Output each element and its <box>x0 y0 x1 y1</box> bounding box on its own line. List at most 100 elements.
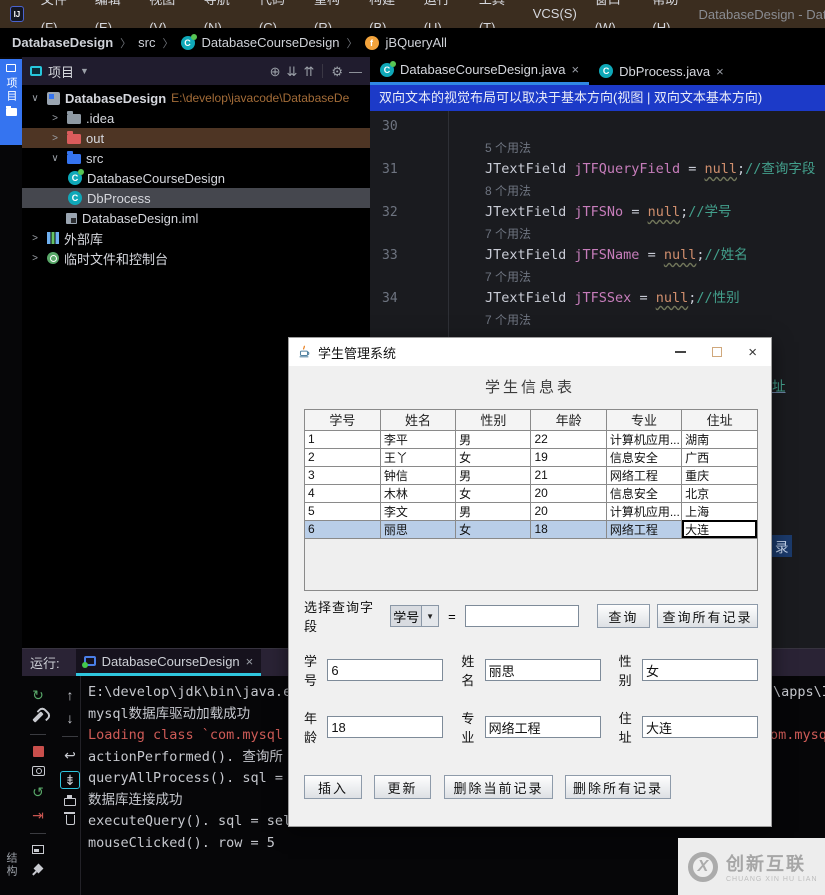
clear-console-icon[interactable] <box>66 815 75 825</box>
chevron-expanded-icon[interactable]: ∨ <box>28 93 42 104</box>
close-icon[interactable]: × <box>246 654 254 669</box>
inlay-hint: 5 个用法 <box>370 138 825 160</box>
pin-icon[interactable] <box>33 864 43 874</box>
tree-item-databasecoursedesign[interactable]: DatabaseCourseDesign <box>22 168 370 188</box>
update-app-icon[interactable]: ↺ <box>32 785 44 799</box>
query-button[interactable]: 查询 <box>597 604 650 628</box>
tree-item-src[interactable]: ∨ src <box>22 148 370 168</box>
update-button[interactable]: 更新 <box>374 775 431 799</box>
table-row[interactable]: 2王丫女19信息安全广西 <box>305 448 757 466</box>
menu-vcs[interactable]: VCS(S) <box>524 0 586 28</box>
sno-input[interactable] <box>327 659 443 681</box>
tree-item-out[interactable]: > out <box>22 128 370 148</box>
dialog-title: 学生管理系统 <box>318 343 396 362</box>
code-line: 34 JTextField jTFSSex = null;//性别 <box>370 288 825 310</box>
down-stack-icon[interactable]: ↓ <box>67 711 74 725</box>
tree-item-idea[interactable]: > .idea <box>22 108 370 128</box>
sex-input[interactable] <box>642 659 758 681</box>
tree-item-project-root[interactable]: ∨ DatabaseDesign E:\develop\javacode\Dat… <box>22 88 370 108</box>
name-input[interactable] <box>485 659 601 681</box>
collapse-all-icon[interactable]: ⇈ <box>303 65 314 78</box>
table-row[interactable]: 4木林女20信息安全北京 <box>305 484 757 502</box>
console-fragment: \apps\I <box>773 682 825 704</box>
breadcrumb-project[interactable]: DatabaseDesign <box>12 35 113 50</box>
class-icon <box>380 63 394 77</box>
class-icon <box>599 64 613 78</box>
delete-current-button[interactable]: 删除当前记录 <box>444 775 553 799</box>
up-stack-icon[interactable]: ↑ <box>67 688 74 702</box>
table-row[interactable]: 3钟信男21网络工程重庆 <box>305 466 757 484</box>
column-header[interactable]: 学号 <box>305 410 380 430</box>
chevron-expanded-icon[interactable]: ∨ <box>48 153 62 164</box>
expand-all-icon[interactable]: ⇊ <box>287 65 298 78</box>
console-line: mouseClicked(). row = 5 <box>88 833 291 855</box>
table-row[interactable]: 1李平男22计算机应用...湖南 <box>305 430 757 448</box>
breadcrumb-class[interactable]: DatabaseCourseDesign <box>202 35 340 50</box>
table-row[interactable]: 5李文男20计算机应用...上海 <box>305 502 757 520</box>
console-line: 数据库连接成功 <box>88 790 291 812</box>
tab-databasecoursedesign-java[interactable]: DatabaseCourseDesign.java × <box>370 57 589 85</box>
student-table: 学号 姓名 性别 年龄 专业 住址 1李平男22计算机应用...湖南 2王丫女1… <box>305 410 757 539</box>
query-value-input[interactable] <box>465 605 579 627</box>
project-tool-tab[interactable]: 项目 <box>0 59 22 145</box>
close-icon[interactable]: × <box>716 64 724 79</box>
field-icon <box>365 36 379 50</box>
breadcrumb-src[interactable]: src <box>138 35 155 50</box>
column-header[interactable]: 年龄 <box>531 410 606 430</box>
chevron-collapsed-icon[interactable]: > <box>48 113 62 124</box>
addr-input[interactable] <box>642 716 758 738</box>
scroll-to-end-icon[interactable]: ⇟ <box>60 771 80 789</box>
divider <box>30 734 46 735</box>
chevron-collapsed-icon[interactable]: > <box>28 253 42 264</box>
print-icon[interactable] <box>64 798 76 806</box>
run-dot-icon <box>191 34 197 40</box>
delete-all-button[interactable]: 删除所有记录 <box>565 775 671 799</box>
major-input[interactable] <box>485 716 601 738</box>
wrench-icon[interactable] <box>32 711 43 722</box>
column-header[interactable]: 住址 <box>682 410 757 430</box>
column-header[interactable]: 姓名 <box>380 410 455 430</box>
query-all-button[interactable]: 查询所有记录 <box>657 604 758 628</box>
locate-file-icon[interactable]: ⊕ <box>270 65 281 78</box>
structure-tool-tab[interactable]: 结构 <box>0 852 22 895</box>
editor-notification-banner: 双向文本的视觉布局可以取决于基本方向(视图 | 双向文本基本方向) <box>370 85 825 111</box>
console-line-error: Loading class `com.mysql <box>88 725 291 747</box>
run-tab-databasecoursedesign[interactable]: DatabaseCourseDesign × <box>76 649 262 676</box>
console-output[interactable]: E:\develop\jdk\bin\java.e mysql数据库驱动加载成功… <box>88 682 291 854</box>
stop-icon[interactable] <box>33 746 44 757</box>
minimize-icon[interactable] <box>675 351 686 353</box>
column-header[interactable]: 专业 <box>606 410 681 430</box>
insert-button[interactable]: 插入 <box>304 775 362 799</box>
camera-icon[interactable] <box>32 766 45 776</box>
age-input[interactable] <box>327 716 443 738</box>
rerun-icon[interactable]: ↻ <box>32 688 44 702</box>
editing-cell[interactable]: 大连 <box>682 520 757 538</box>
tree-item-dbprocess[interactable]: DbProcess <box>22 188 370 208</box>
layout-icon[interactable] <box>32 845 44 854</box>
tree-item-scratches[interactable]: > 临时文件和控制台 <box>22 248 370 268</box>
column-header[interactable]: 性别 <box>456 410 531 430</box>
inlay-hint: 7 个用法 <box>370 224 825 246</box>
exit-icon[interactable]: ⇥ <box>32 808 44 822</box>
soft-wrap-icon[interactable]: ↩ <box>64 748 76 762</box>
close-icon[interactable]: × <box>748 345 757 360</box>
chevron-collapsed-icon[interactable]: > <box>48 133 62 144</box>
structure-tab-label: 结构 <box>3 852 19 895</box>
dialog-title-bar[interactable]: 学生管理系统 × <box>289 338 771 366</box>
close-icon[interactable]: × <box>571 62 579 77</box>
chevron-collapsed-icon[interactable]: > <box>28 233 42 244</box>
breadcrumb-field[interactable]: jBQueryAll <box>386 35 447 50</box>
table-row-selected[interactable]: 6丽思女18网络工程大连 <box>305 520 757 538</box>
tab-dbprocess-java[interactable]: DbProcess.java × <box>589 57 734 85</box>
tree-item-external-libraries[interactable]: > 外部库 <box>22 228 370 248</box>
maximize-icon[interactable] <box>712 347 722 357</box>
hide-panel-icon[interactable]: — <box>349 65 362 78</box>
query-field-combo[interactable]: 学号 ▼ <box>390 605 439 627</box>
tree-item-iml[interactable]: DatabaseDesign.iml <box>22 208 370 228</box>
name-label: 姓名 <box>461 651 478 689</box>
console-line: actionPerformed(). 查询所 <box>88 747 291 769</box>
gear-icon[interactable]: ⚙ <box>331 65 343 78</box>
divider <box>62 736 78 737</box>
project-panel-title[interactable]: 项目 <box>48 62 74 81</box>
chevron-down-icon[interactable]: ▼ <box>80 66 89 76</box>
